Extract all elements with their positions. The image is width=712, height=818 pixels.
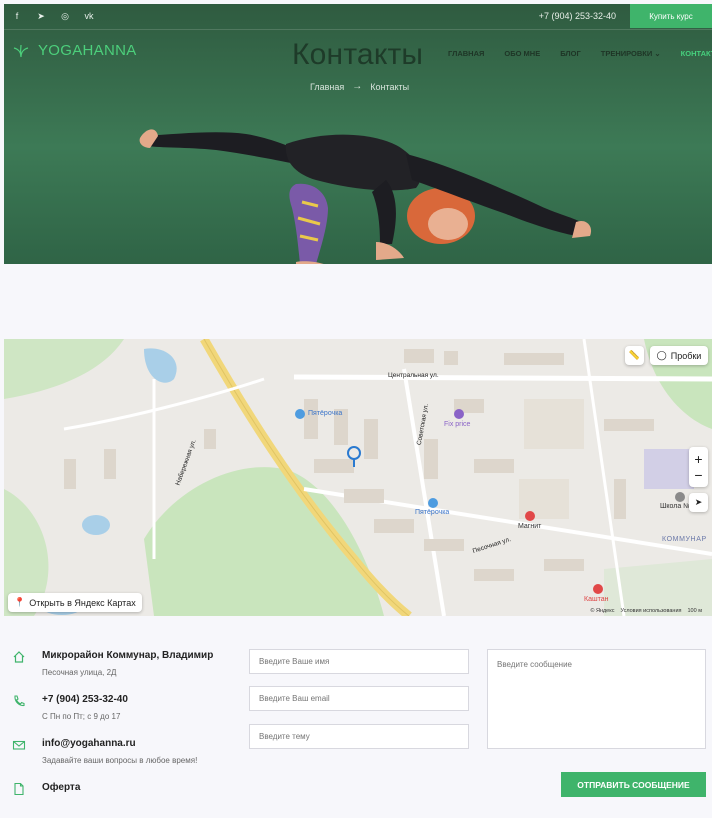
open-in-yandex-label: Открыть в Яндекс Картах bbox=[29, 597, 136, 608]
vk-icon[interactable]: vk bbox=[84, 11, 94, 21]
map-marker-icon: 📍 bbox=[14, 597, 26, 607]
breadcrumb: Главная → Контакты bbox=[310, 81, 409, 92]
address-sub: Песочная улица, 2Д bbox=[42, 668, 117, 677]
map-terms-link[interactable]: Условия использования bbox=[620, 608, 681, 614]
top-phone[interactable]: +7 (904) 253-32-40 bbox=[539, 11, 616, 21]
site-logo[interactable]: YOGAHANNA bbox=[12, 42, 137, 59]
geolocation-icon[interactable]: ➤ bbox=[689, 493, 708, 512]
top-bar: f ➤ ◎ vk +7 (904) 253-32-40 Купить курс bbox=[4, 4, 712, 30]
poi-label[interactable]: Пятёрочка bbox=[308, 410, 342, 417]
message-field[interactable] bbox=[487, 649, 706, 749]
contact-email: info@yogahanna.ru Задавайте ваши вопросы… bbox=[12, 738, 197, 765]
email-field[interactable] bbox=[249, 686, 469, 711]
home-icon bbox=[13, 651, 25, 663]
buy-course-button[interactable]: Купить курс bbox=[630, 4, 712, 28]
email-sub: Задавайте ваши вопросы в любое время! bbox=[42, 756, 198, 765]
contact-offer: Оферта bbox=[12, 782, 80, 796]
instagram-icon[interactable]: ◎ bbox=[60, 11, 70, 21]
offer-link[interactable]: Оферта bbox=[42, 782, 80, 793]
poi-label[interactable]: Пятёрочка bbox=[415, 509, 449, 516]
page-title: Контакты bbox=[292, 38, 424, 71]
district-label: КОММУНАР bbox=[662, 536, 707, 543]
poi-label[interactable]: Магнит bbox=[518, 523, 541, 530]
name-field[interactable] bbox=[249, 649, 469, 674]
map-tiles bbox=[4, 339, 712, 616]
name-input[interactable] bbox=[259, 657, 459, 666]
ruler-icon[interactable]: 📏 bbox=[625, 346, 644, 365]
document-icon bbox=[14, 782, 24, 796]
lotus-icon bbox=[13, 44, 29, 57]
poi-label[interactable]: Школа № bbox=[660, 503, 691, 510]
breadcrumb-current: Контакты bbox=[370, 81, 410, 92]
main-nav: ГЛАВНАЯ ОБО МНЕ БЛОГ ТРЕНИРОВКИ ⌄ КОНТАК… bbox=[448, 49, 712, 58]
mail-icon bbox=[12, 740, 26, 750]
email-title[interactable]: info@yogahanna.ru bbox=[42, 738, 197, 749]
contact-address: Микрорайон Коммунар, Владимир Песочная у… bbox=[12, 650, 213, 677]
email-input[interactable] bbox=[259, 694, 459, 703]
social-links: f ➤ ◎ vk bbox=[12, 11, 94, 21]
nav-item-about[interactable]: ОБО МНЕ bbox=[504, 49, 540, 58]
nav-item-blog[interactable]: БЛОГ bbox=[560, 49, 581, 58]
yoga-pose-image bbox=[139, 129, 592, 264]
poi-label[interactable]: Fix price bbox=[444, 421, 470, 428]
phone-title[interactable]: +7 (904) 253-32-40 bbox=[42, 694, 128, 705]
traffic-label: Пробки bbox=[670, 350, 702, 361]
telegram-icon[interactable]: ➤ bbox=[36, 11, 46, 21]
open-in-yandex-button[interactable]: 📍 Открыть в Яндекс Картах bbox=[8, 593, 142, 612]
zoom-control: + − bbox=[689, 447, 708, 487]
map-attribution: © Яндекс Условия использования 100 м bbox=[590, 608, 702, 614]
map-copyright[interactable]: © Яндекс bbox=[590, 608, 614, 614]
location-map[interactable]: Пятёрочка Пятёрочка Fix price Магнит Шко… bbox=[4, 339, 712, 616]
arrow-right-icon: → bbox=[352, 81, 363, 92]
subject-input[interactable] bbox=[259, 732, 459, 741]
breadcrumb-home[interactable]: Главная bbox=[310, 82, 344, 92]
traffic-button[interactable]: ◯ Пробки bbox=[650, 346, 708, 365]
nav-item-contacts[interactable]: КОНТАКТЫ bbox=[681, 49, 712, 58]
hero-banner: f ➤ ◎ vk +7 (904) 253-32-40 Купить курс … bbox=[4, 4, 712, 264]
map-scale: 100 м bbox=[687, 608, 703, 614]
phone-icon bbox=[14, 695, 25, 707]
subject-field[interactable] bbox=[249, 724, 469, 749]
zoom-out-button[interactable]: − bbox=[694, 467, 702, 483]
poi-label[interactable]: Каштан bbox=[584, 596, 608, 603]
nav-item-home[interactable]: ГЛАВНАЯ bbox=[448, 49, 484, 58]
message-textarea[interactable] bbox=[497, 660, 696, 748]
send-message-button[interactable]: ОТПРАВИТЬ СООБЩЕНИЕ bbox=[561, 772, 706, 797]
phone-sub: С Пн по Пт; с 9 до 17 bbox=[42, 712, 121, 721]
traffic-icon: ◯ bbox=[656, 350, 667, 360]
page: f ➤ ◎ vk +7 (904) 253-32-40 Купить курс … bbox=[0, 0, 712, 818]
zoom-in-button[interactable]: + bbox=[694, 451, 702, 467]
nav-item-trainings[interactable]: ТРЕНИРОВКИ ⌄ bbox=[601, 49, 661, 58]
facebook-icon[interactable]: f bbox=[12, 11, 22, 21]
contact-phone: +7 (904) 253-32-40 С Пн по Пт; с 9 до 17 bbox=[12, 694, 128, 721]
address-title: Микрорайон Коммунар, Владимир bbox=[42, 650, 214, 661]
street-label: Центральная ул. bbox=[388, 372, 439, 379]
contact-section: Микрорайон Коммунар, Владимир Песочная у… bbox=[4, 640, 712, 818]
logo-text: YOGAHANNA bbox=[38, 42, 137, 59]
